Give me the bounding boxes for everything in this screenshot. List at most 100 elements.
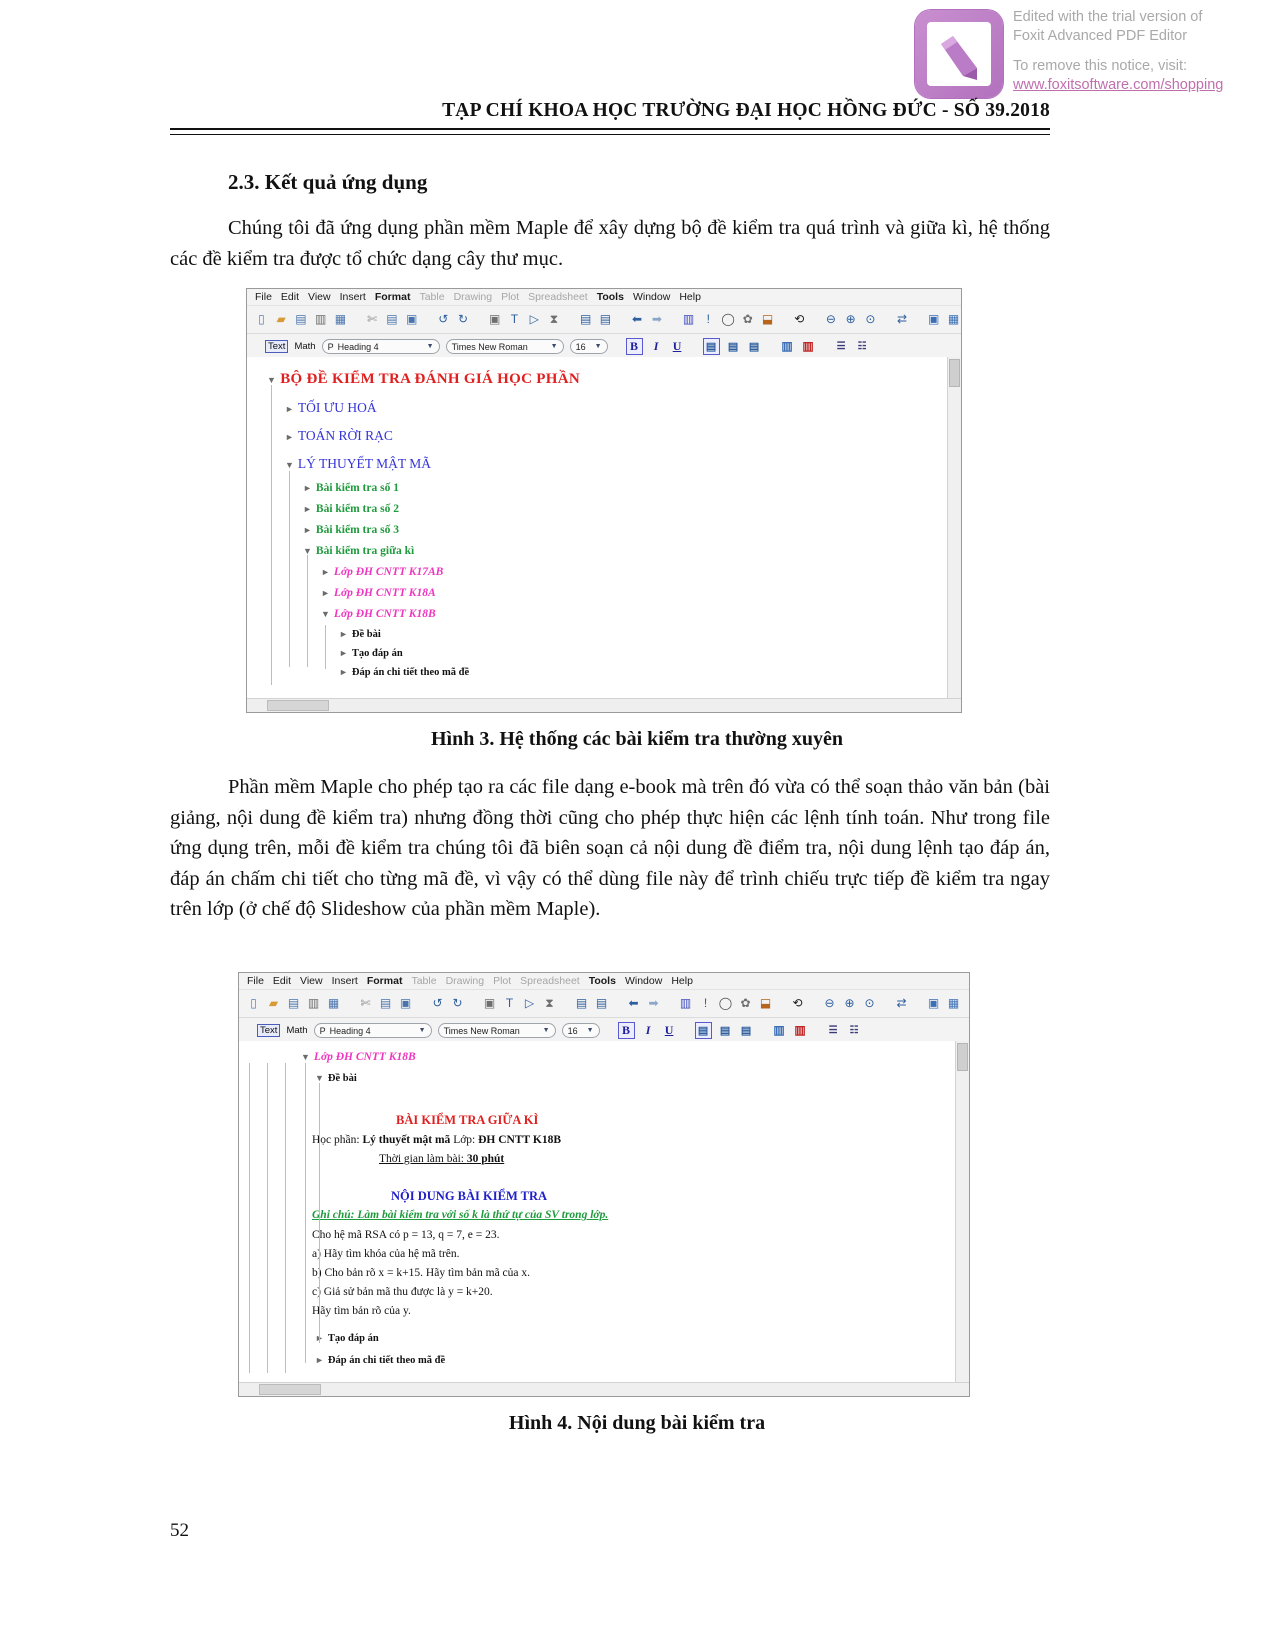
- tree-item[interactable]: ► Lớp ĐH CNTT K17AB: [321, 566, 443, 578]
- text-mode-button[interactable]: Text: [265, 340, 289, 353]
- numbered-list-button[interactable]: ☷: [855, 339, 870, 354]
- execute-worksheet-icon[interactable]: ⧗: [542, 996, 557, 1011]
- window-icon[interactable]: ▣: [926, 996, 941, 1011]
- swap-icon[interactable]: ⇄: [895, 312, 910, 327]
- bulleted-list-button[interactable]: ☰: [826, 1023, 841, 1038]
- tree-item[interactable]: ► Bài kiểm tra số 1: [303, 482, 399, 494]
- maple-window-figure-4[interactable]: File Edit View Insert Format Table Drawing Plot…: [238, 972, 970, 1397]
- print-icon[interactable]: ▥: [313, 312, 328, 327]
- execute-worksheet-icon[interactable]: ⧗: [547, 312, 562, 327]
- new-document-icon[interactable]: ▯: [246, 996, 261, 1011]
- insert-text-icon[interactable]: T: [502, 996, 517, 1011]
- columns-icon[interactable]: ▥: [678, 996, 693, 1011]
- triangle-right-icon[interactable]: ►: [285, 404, 294, 414]
- menu-item-file[interactable]: File: [247, 975, 264, 987]
- chevron-down-icon[interactable]: ▼: [419, 1027, 426, 1034]
- triangle-right-icon[interactable]: ►: [303, 525, 312, 535]
- print-icon[interactable]: ▥: [306, 996, 321, 1011]
- vertical-scrollbar[interactable]: [955, 1041, 969, 1383]
- zoom-reset-icon[interactable]: ⊙: [863, 312, 878, 327]
- open-folder-icon[interactable]: ▰: [274, 312, 289, 327]
- triangle-right-icon[interactable]: ►: [321, 567, 330, 577]
- bold-button[interactable]: B: [625, 338, 643, 355]
- indent-icon[interactable]: ▤: [578, 312, 593, 327]
- menu-bar[interactable]: File Edit View Insert Format Table Drawing Plot…: [239, 973, 969, 990]
- tree-item[interactable]: ► Đề bài: [339, 629, 381, 640]
- vertical-scroll-thumb[interactable]: [949, 359, 960, 387]
- gear-icon[interactable]: ✿: [740, 312, 755, 327]
- back-icon[interactable]: ⬅: [626, 996, 641, 1011]
- standard-toolbar[interactable]: ▯ ▰ ▤ ▥ ▦ ✄ ▤ ▣ ↺ ↻ ▣ T ▷ ⧗ ▤ ▤ ⬅ ➡ ▥! ◯ ✿ ⬓ ⟲ ⊖ ⊕ ⊙ ⇄ ▣ ▦: [247, 306, 961, 334]
- forward-icon[interactable]: ➡: [649, 312, 664, 327]
- copy-icon[interactable]: ▤: [384, 312, 399, 327]
- menu-item-format[interactable]: Format: [367, 975, 403, 987]
- bulleted-list-button[interactable]: ☰: [834, 339, 849, 354]
- insert-math-icon[interactable]: ▣: [487, 312, 502, 327]
- tree-item[interactable]: ▼ Lớp ĐH CNTT K18B: [301, 1051, 416, 1063]
- tree-item[interactable]: ▼ BỘ ĐỀ KIỂM TRA ĐÁNH GIÁ HỌC PHẦN: [267, 371, 580, 388]
- triangle-right-icon[interactable]: ►: [303, 483, 312, 493]
- paste-icon[interactable]: ▣: [404, 312, 419, 327]
- print-preview-icon[interactable]: ▦: [333, 312, 348, 327]
- tree-item[interactable]: ► Bài kiểm tra số 3: [303, 524, 399, 536]
- triangle-down-icon[interactable]: ▼: [315, 1073, 324, 1083]
- tile-icon[interactable]: ▦: [946, 312, 961, 327]
- chevron-down-icon[interactable]: ▼: [543, 1027, 550, 1034]
- tile-icon[interactable]: ▦: [946, 996, 961, 1011]
- tree-item[interactable]: ► Đáp án chi tiết theo mã đề: [339, 667, 469, 678]
- zoom-reset-icon[interactable]: ⊙: [862, 996, 877, 1011]
- triangle-right-icon[interactable]: ►: [303, 504, 312, 514]
- tree-item[interactable]: ► TỐI ƯU HOÁ: [285, 400, 377, 416]
- new-document-icon[interactable]: ▯: [254, 312, 269, 327]
- insert-text-icon[interactable]: T: [507, 312, 522, 327]
- text-mode-button[interactable]: Text: [257, 1024, 281, 1037]
- font-size-select[interactable]: 16 ▼: [561, 1023, 600, 1038]
- menu-item-window[interactable]: Window: [625, 975, 662, 987]
- horizontal-scroll-thumb[interactable]: [259, 1384, 321, 1395]
- window-icon[interactable]: ▣: [926, 312, 941, 327]
- menu-item-insert[interactable]: Insert: [332, 975, 358, 987]
- math-mode-button[interactable]: Math: [286, 1025, 307, 1036]
- cursor-icon[interactable]: ⟲: [790, 996, 805, 1011]
- swap-icon[interactable]: ⇄: [894, 996, 909, 1011]
- menu-item-tools[interactable]: Tools: [589, 975, 616, 987]
- cut-icon[interactable]: ✄: [365, 312, 380, 327]
- open-folder-icon[interactable]: ▰: [266, 996, 281, 1011]
- execute-icon[interactable]: ▷: [527, 312, 542, 327]
- numbered-list-button[interactable]: ☷: [847, 1023, 862, 1038]
- paste-icon[interactable]: ▣: [398, 996, 413, 1011]
- menu-item-edit[interactable]: Edit: [273, 975, 291, 987]
- italic-button[interactable]: I: [641, 1023, 656, 1038]
- align-left-button[interactable]: ▤: [694, 1022, 712, 1039]
- chevron-down-icon[interactable]: ▼: [427, 343, 434, 350]
- horizontal-scrollbar[interactable]: [247, 698, 961, 712]
- save-icon[interactable]: ▤: [286, 996, 301, 1011]
- save-icon[interactable]: ▤: [294, 312, 309, 327]
- vertical-scroll-thumb[interactable]: [957, 1043, 968, 1071]
- tree-item[interactable]: ▼ LÝ THUYẾT MẬT MÃ: [285, 456, 431, 472]
- triangle-down-icon[interactable]: ▼: [321, 609, 330, 619]
- stop-icon[interactable]: ⬓: [760, 312, 775, 327]
- tree-item[interactable]: ► Bài kiểm tra số 2: [303, 503, 399, 515]
- triangle-down-icon[interactable]: ▼: [301, 1052, 310, 1062]
- outdent-icon[interactable]: ▤: [598, 312, 613, 327]
- menu-item-edit[interactable]: Edit: [281, 291, 299, 303]
- undo-icon[interactable]: ↺: [436, 312, 451, 327]
- document-canvas[interactable]: ▼ BỘ ĐỀ KIỂM TRA ĐÁNH GIÁ HỌC PHẦN ► TỐI ƯU…: [247, 357, 961, 712]
- triangle-right-icon[interactable]: ►: [315, 1355, 324, 1365]
- cursor-icon[interactable]: ⟲: [792, 312, 807, 327]
- triangle-down-icon[interactable]: ▼: [285, 460, 294, 470]
- bold-button[interactable]: B: [617, 1022, 635, 1039]
- align-left-button[interactable]: ▤: [702, 338, 720, 355]
- horizontal-scrollbar[interactable]: [239, 1382, 969, 1396]
- chevron-down-icon[interactable]: ▼: [587, 1027, 594, 1034]
- triangle-right-icon[interactable]: ►: [339, 667, 348, 677]
- execute-icon[interactable]: ▷: [522, 996, 537, 1011]
- chevron-down-icon[interactable]: ▼: [551, 343, 558, 350]
- forward-icon[interactable]: ➡: [646, 996, 661, 1011]
- outdent-icon[interactable]: ▤: [594, 996, 609, 1011]
- menu-item-file[interactable]: File: [255, 291, 272, 303]
- print-preview-icon[interactable]: ▦: [326, 996, 341, 1011]
- maple-window-figure-3[interactable]: File Edit View Insert Format Table Drawing Plot…: [246, 288, 962, 713]
- menu-item-window[interactable]: Window: [633, 291, 670, 303]
